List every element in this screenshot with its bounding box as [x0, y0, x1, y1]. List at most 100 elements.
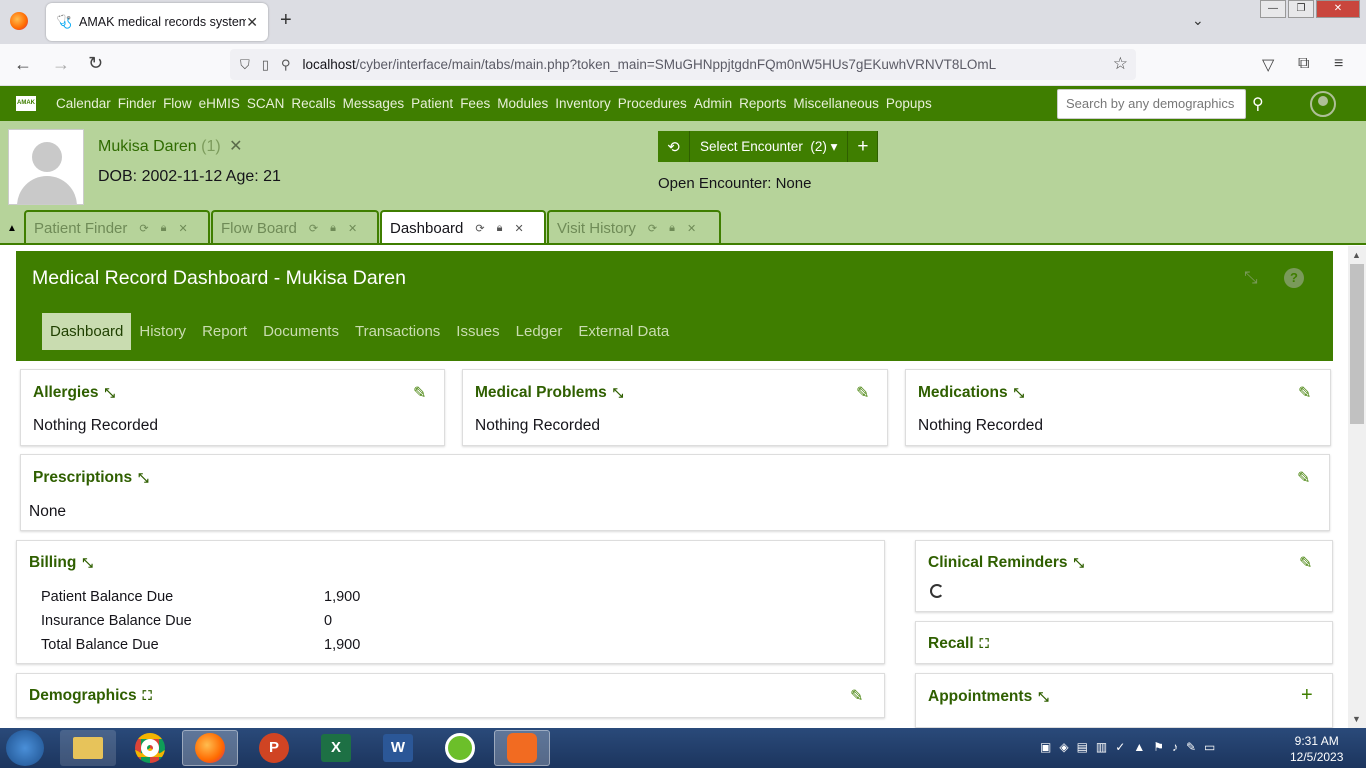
refresh-icon[interactable]: ⟳: [139, 222, 148, 235]
edit-pencil-icon[interactable]: ✎: [856, 383, 869, 403]
edit-pencil-icon[interactable]: ✎: [1297, 468, 1310, 488]
menu-item-miscellaneous[interactable]: Miscellaneous: [793, 96, 879, 111]
tray-display-icon[interactable]: ▭: [1204, 740, 1215, 754]
card-title[interactable]: Prescriptions ⤡: [33, 469, 148, 487]
patient-name[interactable]: Mukisa Daren: [98, 138, 197, 155]
start-button[interactable]: [6, 730, 44, 766]
firefox-taskbar-icon[interactable]: [182, 730, 238, 766]
expand-card-icon[interactable]: ⛶: [143, 688, 152, 703]
select-encounter-button[interactable]: Select Encounter (2) ▾: [690, 131, 849, 162]
help-icon[interactable]: ?: [1284, 268, 1304, 288]
word-icon[interactable]: W: [370, 730, 426, 766]
edit-pencil-icon[interactable]: ✎: [1299, 553, 1312, 573]
tab-flow-board[interactable]: Flow Board ⟳ 🔒︎ ✕: [211, 210, 379, 244]
card-title[interactable]: Medical Problems ⤡: [475, 384, 623, 402]
maximize-window-button[interactable]: ❐: [1288, 0, 1314, 18]
menu-item-patient[interactable]: Patient: [411, 96, 453, 111]
pocket-icon[interactable]: ▽: [1262, 55, 1274, 75]
menu-item-ehmis[interactable]: eHMIS: [199, 96, 240, 111]
nav-issues[interactable]: Issues: [448, 313, 507, 350]
bookmark-star-icon[interactable]: ☆: [1113, 54, 1128, 74]
encounter-history-icon[interactable]: ⟲: [658, 131, 690, 162]
nav-report[interactable]: Report: [194, 313, 255, 350]
search-icon[interactable]: ⚲: [1252, 94, 1264, 114]
collapse-card-icon[interactable]: ⤡: [104, 385, 114, 400]
lock-icon[interactable]: 🔒︎: [161, 222, 167, 235]
new-tab-icon[interactable]: +: [280, 9, 292, 32]
app-logo[interactable]: AMAK: [16, 96, 36, 111]
collapse-card-icon[interactable]: ⤡: [82, 555, 92, 570]
collapse-card-icon[interactable]: ⤡: [1038, 689, 1048, 704]
menu-item-fees[interactable]: Fees: [460, 96, 490, 111]
card-title[interactable]: Appointments ⤡: [928, 688, 1049, 706]
hamburger-menu-icon[interactable]: ≡: [1334, 55, 1343, 73]
card-title[interactable]: Demographics ⛶: [29, 687, 152, 705]
collapse-card-icon[interactable]: ⤡: [613, 385, 623, 400]
shield-icon[interactable]: ⛉: [240, 57, 250, 73]
menu-item-calendar[interactable]: Calendar: [56, 96, 111, 111]
patient-search-input[interactable]: Search by any demographics: [1057, 89, 1246, 119]
lock-icon[interactable]: 🔒︎: [669, 222, 675, 235]
refresh-icon[interactable]: ⟳: [309, 222, 318, 235]
tray-check-icon[interactable]: ✓: [1115, 740, 1125, 754]
close-icon[interactable]: ✕: [514, 222, 523, 235]
scroll-up-icon[interactable]: ▲: [1352, 250, 1361, 260]
collapse-card-icon[interactable]: ⤡: [138, 470, 148, 485]
collapse-card-icon[interactable]: ⤡: [1074, 555, 1084, 570]
menu-item-procedures[interactable]: Procedures: [618, 96, 687, 111]
collapse-card-icon[interactable]: ⤡: [1014, 385, 1024, 400]
tab-dashboard[interactable]: Dashboard ⟳ 🔒︎ ✕: [380, 210, 546, 245]
extensions-icon[interactable]: ⧉: [1298, 55, 1309, 73]
powerpoint-icon[interactable]: P: [246, 730, 302, 766]
refresh-icon[interactable]: ⟳: [648, 222, 657, 235]
taskbar-clock[interactable]: 9:31 AM 12/5/2023: [1290, 733, 1343, 765]
scroll-down-icon[interactable]: ▼: [1352, 714, 1361, 724]
close-icon[interactable]: ✕: [687, 222, 696, 235]
refresh-icon[interactable]: ⟳: [475, 222, 484, 235]
xampp-tray-icon[interactable]: ▣: [1040, 740, 1051, 754]
edit-pencil-icon[interactable]: ✎: [413, 383, 426, 403]
menu-item-inventory[interactable]: Inventory: [555, 96, 611, 111]
menu-item-scan[interactable]: SCAN: [247, 96, 285, 111]
edit-pencil-icon[interactable]: ✎: [1298, 383, 1311, 403]
nav-documents[interactable]: Documents: [255, 313, 347, 350]
menu-item-reports[interactable]: Reports: [739, 96, 786, 111]
minimize-window-button[interactable]: —: [1260, 0, 1286, 18]
nav-dashboard[interactable]: Dashboard: [42, 313, 132, 350]
card-title[interactable]: Medications ⤡: [918, 384, 1024, 402]
tray-app-icon[interactable]: ▤: [1077, 740, 1088, 754]
list-tabs-chevron-icon[interactable]: ⌄: [1192, 12, 1204, 29]
card-title[interactable]: Allergies ⤡: [33, 384, 115, 402]
nav-external-data[interactable]: External Data: [570, 313, 677, 350]
back-arrow-icon[interactable]: ←: [14, 54, 32, 75]
lock-icon[interactable]: 🔒︎: [497, 222, 503, 235]
menu-item-modules[interactable]: Modules: [497, 96, 548, 111]
tray-drive-icon[interactable]: ▲: [1133, 740, 1145, 754]
browser-tab[interactable]: 🩺 AMAK medical records system ✕: [46, 3, 268, 41]
add-encounter-button[interactable]: +: [848, 131, 879, 162]
tray-flag-icon[interactable]: ⚑: [1153, 740, 1164, 754]
add-appointment-icon[interactable]: +: [1301, 684, 1313, 707]
chrome-icon[interactable]: [122, 730, 178, 766]
close-window-button[interactable]: ✕: [1316, 0, 1360, 18]
firefox-menu-icon[interactable]: [10, 12, 28, 30]
menu-item-flow[interactable]: Flow: [163, 96, 192, 111]
menu-item-messages[interactable]: Messages: [343, 96, 405, 111]
reload-icon[interactable]: ↻: [88, 53, 103, 74]
forward-arrow-icon[interactable]: →: [52, 54, 70, 75]
excel-icon[interactable]: X: [308, 730, 364, 766]
address-bar[interactable]: ⛉ ▯ ⚲ localhost/cyber/interface/main/tab…: [230, 49, 1136, 80]
close-icon[interactable]: ✕: [348, 222, 357, 235]
file-explorer-icon[interactable]: [60, 730, 116, 766]
volume-icon[interactable]: ♪: [1172, 740, 1178, 754]
expand-card-icon[interactable]: ⛶: [980, 636, 989, 651]
user-account-icon[interactable]: [1310, 91, 1336, 117]
card-title[interactable]: Billing ⤡: [29, 554, 93, 572]
tab-patient-finder[interactable]: Patient Finder ⟳ 🔒︎ ✕: [24, 210, 210, 244]
collapse-header-icon[interactable]: ▲: [7, 223, 17, 234]
lock-icon[interactable]: 🔒︎: [330, 222, 336, 235]
edit-pencil-icon[interactable]: ✎: [850, 686, 863, 706]
nav-ledger[interactable]: Ledger: [508, 313, 571, 350]
tray-misc-icon[interactable]: ✎: [1186, 740, 1196, 754]
menu-item-admin[interactable]: Admin: [694, 96, 732, 111]
